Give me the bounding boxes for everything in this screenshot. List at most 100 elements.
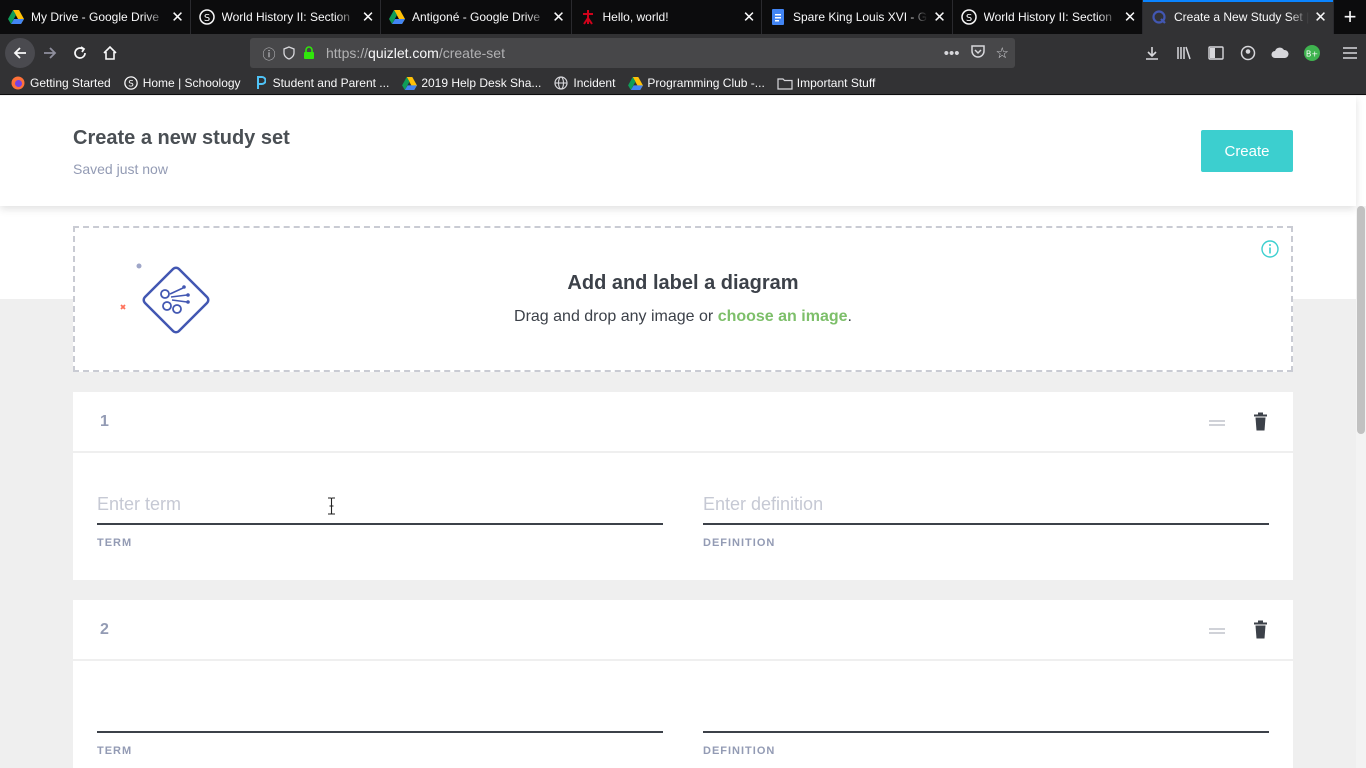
schoology-icon: S (960, 9, 977, 25)
page-header: Create a new study set Saved just now Cr… (0, 96, 1356, 206)
url-text: https://quizlet.com/create-set (326, 45, 505, 61)
tab-title: World History II: Section (983, 10, 1112, 24)
close-icon[interactable]: ✕ (1118, 8, 1142, 26)
save-status: Saved just now (73, 161, 168, 177)
close-icon[interactable]: ✕ (547, 8, 571, 26)
google-drive-icon (401, 75, 417, 91)
card-number: 2 (100, 621, 109, 638)
term-input[interactable] (97, 485, 663, 525)
tab-antigone[interactable]: Antigoné - Google Drive ✕ (381, 0, 572, 34)
term-card: 1 TERM DEFINITION (73, 392, 1293, 580)
bookmark-label: 2019 Help Desk Sha... (421, 76, 542, 90)
tab-create-study-set[interactable]: Create a New Study Set | ✕ (1143, 0, 1334, 34)
bookmark-label: Programming Club -... (647, 76, 765, 90)
more-actions-icon[interactable]: ••• (944, 45, 960, 62)
drag-handle-icon[interactable] (1207, 626, 1227, 636)
tab-world-history-2[interactable]: S World History II: Section ✕ (953, 0, 1143, 34)
definition-label: DEFINITION (703, 537, 776, 549)
close-icon[interactable]: ✕ (356, 8, 380, 26)
diagram-title: Add and label a diagram (567, 272, 799, 294)
cloud-extension-icon[interactable] (1264, 34, 1296, 72)
bookmark-student-parent[interactable]: Student and Parent ... (253, 75, 389, 91)
bookmark-important-stuff[interactable]: Important Stuff (777, 75, 875, 91)
forward-button[interactable] (35, 38, 65, 68)
diagram-instructions: Drag and drop any image or choose an ima… (75, 308, 1291, 326)
home-button[interactable] (95, 38, 125, 68)
tab-spare-king-louis[interactable]: Spare King Louis XVI - G ✕ (762, 0, 953, 34)
page-scrollbar[interactable] (1356, 206, 1366, 768)
reload-icon (74, 46, 86, 59)
definition-input[interactable] (703, 693, 1269, 733)
bookmark-label: Incident (573, 76, 616, 90)
bookmark-label: Getting Started (30, 76, 111, 90)
url-host: quizlet.com (368, 45, 439, 61)
definition-input[interactable] (703, 485, 1269, 525)
tab-title: My Drive - Google Drive (31, 10, 160, 24)
pocket-icon[interactable] (970, 44, 986, 63)
tab-title: Create a New Study Set | (1174, 10, 1309, 24)
schoology-icon: S (123, 75, 139, 91)
home-icon (103, 45, 117, 60)
diagram-instructions-text: Drag and drop any image or (514, 308, 718, 325)
card-number: 1 (100, 413, 109, 430)
grade-extension-icon[interactable]: B+ (1296, 34, 1328, 72)
text-cursor-icon (328, 497, 335, 515)
term-field: TERM (97, 693, 663, 757)
term-input[interactable] (97, 693, 663, 733)
close-icon[interactable]: ✕ (928, 8, 952, 26)
svg-text:S: S (203, 13, 209, 24)
trash-icon[interactable] (1253, 620, 1268, 639)
sidebar-icon[interactable] (1200, 34, 1232, 72)
bookmark-star-icon[interactable]: ☆ (996, 44, 1009, 62)
page-title: Create a new study set (73, 127, 290, 149)
url-prefix: https:// (326, 45, 369, 61)
svg-text:S: S (128, 80, 134, 90)
powerschool-icon (253, 75, 269, 91)
svg-text:B+: B+ (1306, 50, 1318, 59)
diagram-instructions-end: . (847, 308, 852, 325)
info-circle-icon[interactable]: ⓘ (260, 44, 278, 63)
info-icon[interactable] (1261, 240, 1279, 258)
tab-title: Spare King Louis XVI - G (793, 10, 928, 24)
diagram-illustration-icon (120, 263, 210, 334)
account-icon[interactable] (1232, 34, 1264, 72)
tab-title: World History II: Section (221, 10, 350, 24)
definition-field: DEFINITION (703, 693, 1269, 757)
bookmarks-toolbar: Getting Started S Home | Schoology Stude… (0, 72, 1366, 95)
bookmark-getting-started[interactable]: Getting Started (10, 75, 111, 91)
diagram-dropzone[interactable]: Add and label a diagram Drag and drop an… (73, 226, 1293, 372)
term-field: TERM (97, 485, 663, 549)
bookmark-help-desk[interactable]: 2019 Help Desk Sha... (401, 75, 541, 91)
tab-hello-world[interactable]: Hello, world! ✕ (572, 0, 762, 34)
tab-world-history[interactable]: S World History II: Section ✕ (191, 0, 381, 34)
bookmark-programming-club[interactable]: Programming Club -... (627, 75, 765, 91)
drag-handle-icon[interactable] (1207, 418, 1227, 428)
lock-icon[interactable] (300, 46, 318, 60)
quizlet-icon (1151, 9, 1167, 25)
trash-icon[interactable] (1253, 412, 1268, 431)
library-icon[interactable] (1168, 34, 1200, 72)
back-button[interactable] (5, 38, 35, 68)
choose-image-link[interactable]: choose an image (718, 308, 848, 325)
globe-icon (553, 75, 569, 91)
tab-title: Antigoné - Google Drive (412, 10, 541, 24)
address-bar[interactable]: ⓘ https://quizlet.com/create-set ••• ☆ (250, 38, 1015, 68)
create-button[interactable]: Create (1201, 130, 1293, 172)
bookmark-home-schoology[interactable]: S Home | Schoology (123, 75, 241, 91)
tab-my-drive[interactable]: My Drive - Google Drive ✕ (0, 0, 191, 34)
card-header: 1 (73, 392, 1293, 453)
tracking-shield-icon[interactable] (280, 46, 298, 60)
scrollbar-thumb[interactable] (1357, 206, 1365, 434)
reload-button[interactable] (65, 38, 95, 68)
red-figure-icon (580, 9, 596, 25)
hamburger-menu-icon[interactable] (1334, 34, 1366, 72)
close-icon[interactable]: ✕ (166, 8, 190, 26)
close-icon[interactable]: ✕ (1309, 8, 1333, 26)
bookmark-incident[interactable]: Incident (553, 75, 615, 91)
new-tab-button[interactable]: + (1334, 0, 1366, 34)
definition-label: DEFINITION (703, 745, 776, 757)
downloads-icon[interactable] (1136, 34, 1168, 72)
close-icon[interactable]: ✕ (737, 8, 761, 26)
google-docs-icon (770, 9, 786, 25)
page-content: Create a new study set Saved just now Cr… (0, 96, 1366, 768)
